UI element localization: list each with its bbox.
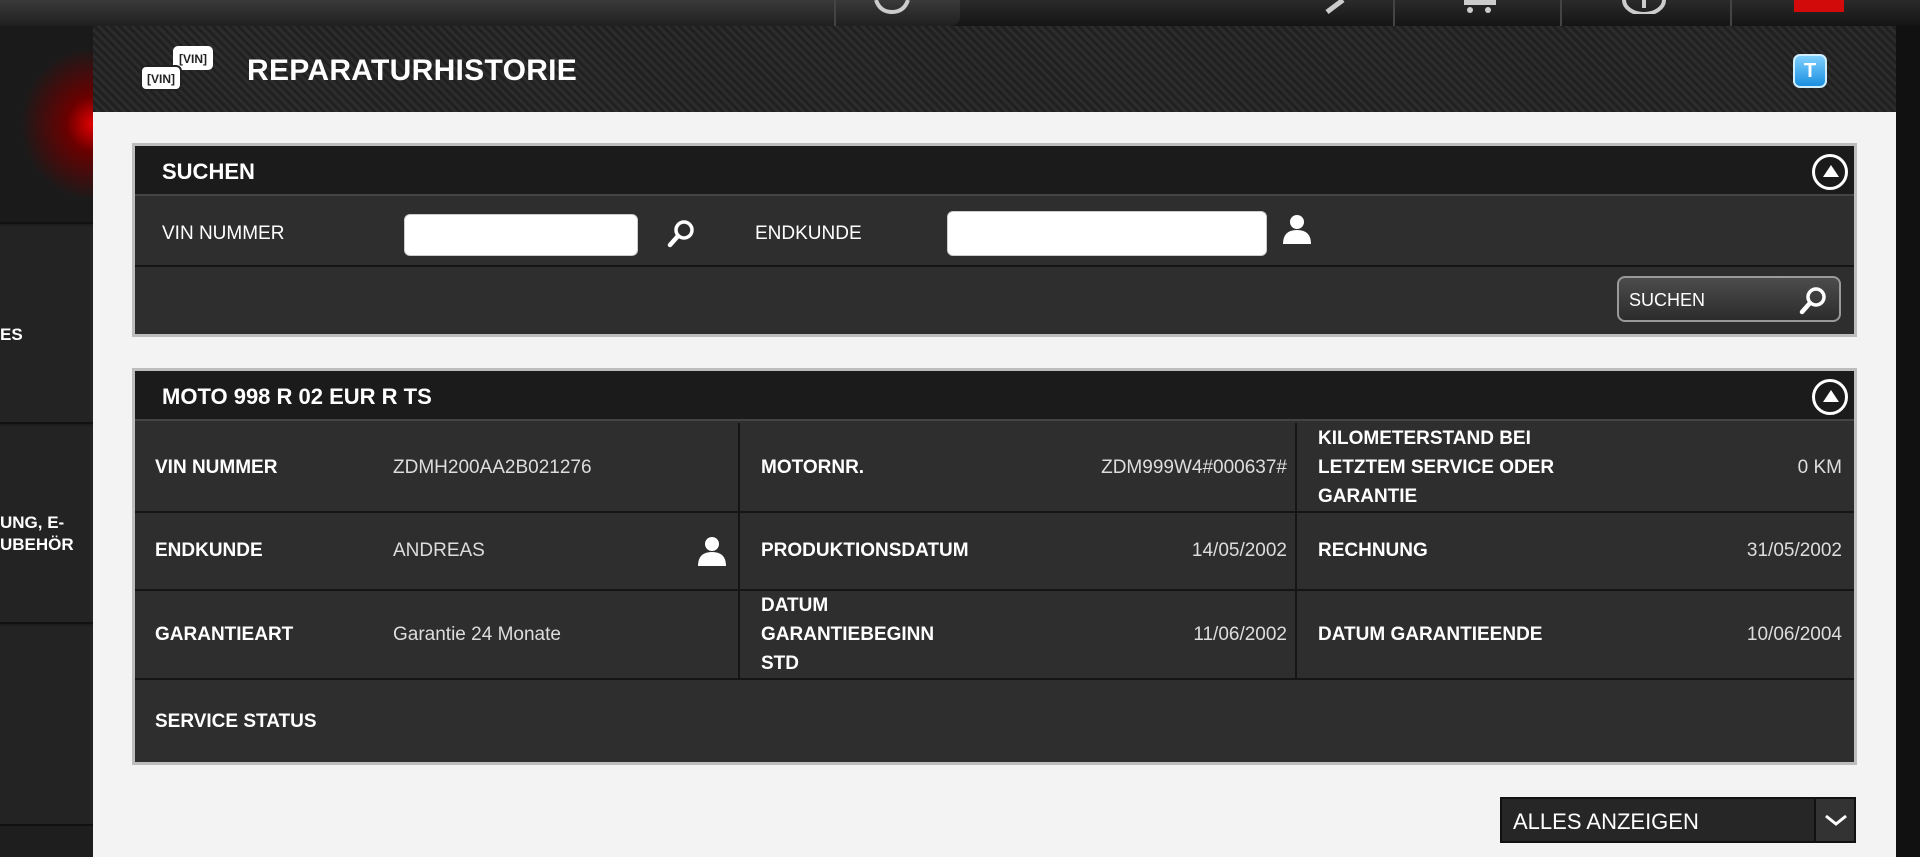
vin-search-input[interactable]	[404, 214, 638, 256]
engine-number-value: ZDM999W4#000637#	[1101, 457, 1287, 478]
right-edge	[1896, 26, 1920, 857]
svg-text:[VIN]: [VIN]	[179, 52, 207, 66]
collapse-search-button[interactable]	[1812, 154, 1848, 190]
collapse-vehicle-button[interactable]	[1812, 379, 1848, 415]
warranty-start-label-line-1: DATUM	[761, 595, 829, 616]
warranty-end-label: DATUM GARANTIEENDE	[1318, 624, 1543, 645]
sidebar-item-label: UNG, E- UBEHÖR	[0, 513, 74, 554]
mileage-label-line-1: KILOMETERSTAND BEI	[1318, 428, 1531, 449]
top-bar	[0, 0, 1920, 26]
search-row-divider	[135, 265, 1854, 267]
warranty-type-label: GARANTIEART	[155, 624, 294, 645]
top-separator	[834, 0, 836, 26]
customer-icon[interactable]	[695, 534, 729, 568]
vin-label: VIN NUMMER	[162, 223, 285, 244]
cart-icon[interactable]	[1460, 0, 1500, 14]
help-icon[interactable]	[1622, 0, 1666, 14]
sidebar-item-label: ES	[0, 325, 23, 344]
top-separator	[1560, 0, 1562, 26]
search-button[interactable]: SUCHEN	[1617, 276, 1841, 322]
svg-text:[VIN]: [VIN]	[147, 72, 175, 86]
sidebar-item-active[interactable]	[0, 26, 93, 224]
warranty-start-label-line-2: GARANTIEBEGINN	[761, 624, 935, 645]
customer-label: ENDKUNDE	[755, 223, 862, 244]
row-divider	[135, 678, 1854, 680]
customer-label: ENDKUNDE	[155, 540, 263, 561]
invoice-label: RECHNUNG	[1318, 540, 1428, 561]
show-all-label: ALLES ANZEIGEN	[1513, 809, 1699, 834]
mileage-value: 0 KM	[1797, 457, 1842, 478]
vin-number-label: VIN NUMMER	[155, 457, 278, 478]
sidebar-item-4[interactable]	[0, 626, 93, 826]
customer-lookup-icon[interactable]	[1280, 212, 1314, 246]
service-status-label: SERVICE STATUS	[155, 711, 317, 732]
t-badge-button[interactable]: T	[1793, 54, 1827, 88]
vehicle-panel-title: MOTO 998 R 02 EUR R TS	[162, 384, 432, 409]
sidebar-item-2[interactable]: ES	[0, 226, 93, 424]
vin-number-value: ZDMH200AA2B021276	[393, 457, 592, 478]
phone-icon[interactable]	[870, 0, 914, 14]
vehicle-panel-header: MOTO 998 R 02 EUR R TS	[135, 371, 1854, 421]
page-title: REPARATURHISTORIE	[247, 54, 578, 87]
top-separator	[1730, 0, 1732, 26]
invoice-date-value: 31/05/2002	[1746, 540, 1842, 561]
mileage-label-line-2: LETZTEM SERVICE ODER	[1318, 457, 1555, 478]
column-divider	[1295, 423, 1297, 678]
warranty-start-value: 11/06/2002	[1193, 624, 1287, 645]
show-all-dropdown[interactable]: ALLES ANZEIGEN	[1500, 797, 1856, 843]
dropdown-toggle[interactable]	[1814, 799, 1854, 841]
customer-value: ANDREAS	[393, 540, 485, 561]
search-button-label: SUCHEN	[1629, 290, 1706, 310]
row-divider	[135, 589, 1854, 591]
engine-number-label: MOTORNR.	[761, 457, 865, 478]
vin-search-icon[interactable]	[667, 218, 697, 248]
row-divider	[135, 511, 1854, 513]
top-bar-left	[0, 0, 960, 26]
column-divider	[738, 423, 740, 678]
top-separator	[1393, 0, 1395, 26]
left-sidebar: ES UNG, E- UBEHÖR	[0, 26, 93, 857]
chevron-down-icon	[1825, 814, 1847, 826]
warranty-start-label-line-3: STD	[761, 653, 799, 674]
wrench-icon[interactable]	[1325, 0, 1347, 14]
warranty-type-value: Garantie 24 Monate	[393, 624, 561, 645]
customer-search-input[interactable]	[947, 211, 1267, 256]
search-panel: SUCHEN VIN NUMMER ENDKUNDE	[132, 143, 1857, 337]
warranty-end-value: 10/06/2004	[1746, 624, 1842, 645]
search-panel-header: SUCHEN	[135, 146, 1854, 196]
vin-logo-icon: [VIN] [VIN]	[140, 46, 213, 91]
search-icon	[1799, 287, 1826, 315]
production-date-value: 14/05/2002	[1191, 540, 1287, 561]
exit-button[interactable]	[1794, 0, 1844, 12]
search-panel-title: SUCHEN	[162, 159, 255, 184]
production-date-label: PRODUKTIONSDATUM	[761, 540, 969, 561]
sidebar-item-3[interactable]: UNG, E- UBEHÖR	[0, 426, 93, 624]
mileage-label-line-3: GARANTIE	[1318, 486, 1418, 507]
vehicle-panel: MOTO 998 R 02 EUR R TS VIN NUMMER ZDMH20…	[132, 368, 1857, 765]
